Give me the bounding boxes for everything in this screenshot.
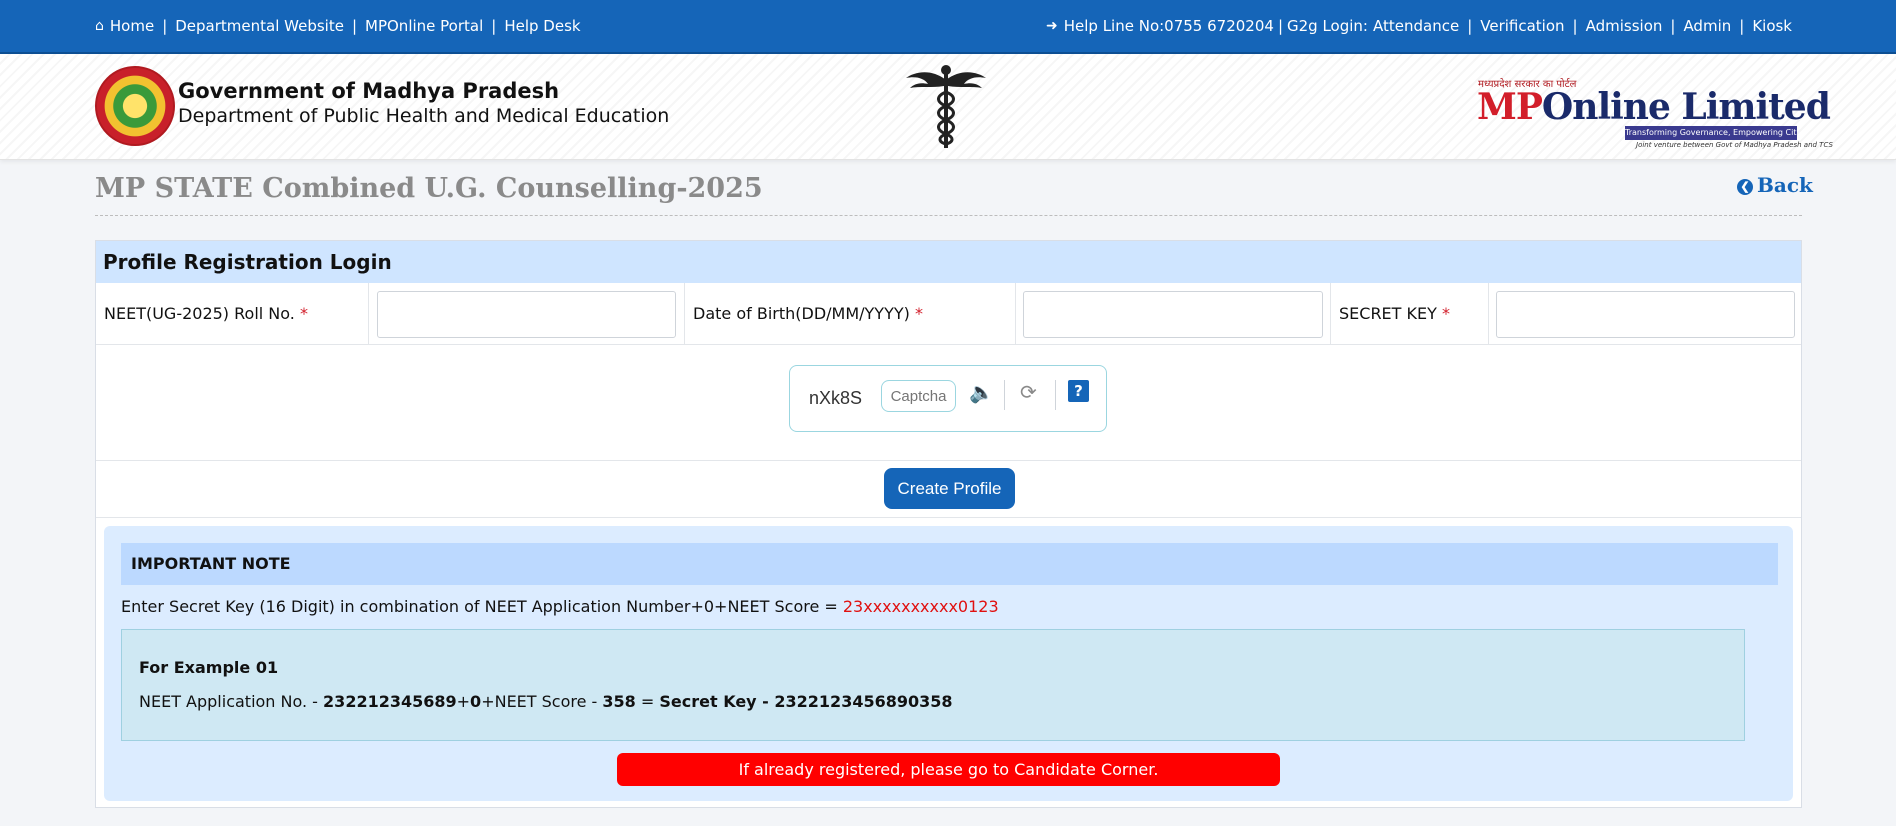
profile-registration-panel: Profile Registration Login NEET(UG-2025)… (95, 240, 1802, 808)
example-app-no: 232212345689 (323, 692, 457, 711)
top-nav-bar: ⌂ Home | Departmental Website | MPOnline… (0, 0, 1896, 54)
mponline-logo-text: Online Limited (1541, 86, 1831, 128)
audio-speaker-icon[interactable]: 🔈 (969, 380, 994, 404)
secret-key-format: 23xxxxxxxxxx0123 (842, 597, 999, 616)
org-name-line1: Government of Madhya Pradesh (178, 79, 560, 103)
mponline-logo: MPOnline Limited (1477, 86, 1831, 128)
nav-home-link[interactable]: Home (110, 17, 154, 35)
secret-key-input[interactable] (1496, 291, 1795, 338)
nav-kiosk-link[interactable]: Kiosk (1752, 17, 1792, 35)
mponline-subtext: Joint venture between Govt of Madhya Pra… (1636, 141, 1833, 149)
example-secret-key: Secret Key - 2322123456890358 (659, 692, 953, 711)
nav-attendance-link[interactable]: Attendance (1373, 17, 1459, 35)
top-nav-left: ⌂ Home | Departmental Website | MPOnline… (95, 17, 581, 35)
captcha-divider (1055, 380, 1056, 410)
required-mark: * (914, 304, 923, 323)
g2g-login-label: G2g Login: (1287, 17, 1368, 35)
mponline-logo-mp: MP (1477, 86, 1543, 128)
sign-in-icon: ➜ (1046, 18, 1058, 34)
example-score-label: +NEET Score - (481, 692, 603, 711)
nav-admin-link[interactable]: Admin (1683, 17, 1731, 35)
mp-government-emblem-logo (95, 66, 175, 146)
example-title: For Example 01 (139, 658, 279, 677)
nav-separator: | (1572, 17, 1578, 35)
required-mark: * (299, 304, 308, 323)
nav-mponline-portal-link[interactable]: MPOnline Portal (365, 17, 483, 35)
dob-input[interactable] (1023, 291, 1323, 338)
back-label: Back (1757, 173, 1813, 197)
login-form-row: NEET(UG-2025) Roll No. * Date of Birth(D… (96, 283, 1801, 345)
example-plus: + (456, 692, 471, 711)
instruction-text: Enter Secret Key (16 Digit) in combinati… (121, 597, 843, 616)
mponline-slogan: Transforming Governance, Empowering Citi… (1625, 126, 1797, 140)
refresh-icon[interactable]: ⟳ (1020, 380, 1037, 404)
nav-separator: | (1739, 17, 1745, 35)
org-name-line2: Department of Public Health and Medical … (178, 105, 670, 127)
nav-admission-link[interactable]: Admission (1586, 17, 1663, 35)
helpline-text: Help Line No:0755 6720204 (1063, 17, 1274, 35)
candidate-corner-alert[interactable]: If already registered, please go to Cand… (617, 753, 1280, 786)
example-score: 358 (602, 692, 636, 711)
title-divider (95, 215, 1802, 216)
dob-label: Date of Birth(DD/MM/YYYY) (693, 304, 910, 323)
captcha-image-text: nXk8S (809, 388, 863, 408)
secret-key-label: SECRET KEY (1339, 304, 1437, 323)
site-header: Government of Madhya Pradesh Department … (0, 54, 1896, 160)
nav-departmental-website-link[interactable]: Departmental Website (175, 17, 344, 35)
roll-no-label-cell: NEET(UG-2025) Roll No. * (96, 283, 369, 345)
caduceus-icon (906, 65, 986, 148)
important-note-box: IMPORTANT NOTE Enter Secret Key (16 Digi… (104, 526, 1793, 801)
captcha-help-icon[interactable]: ? (1068, 380, 1089, 402)
roll-no-input[interactable] (377, 291, 676, 338)
example-line: NEET Application No. - 232212345689+0+NE… (139, 692, 953, 711)
captcha-input[interactable] (881, 380, 956, 412)
back-arrow-icon: ❮ (1737, 179, 1753, 195)
back-button[interactable]: ❮ Back (1737, 173, 1813, 197)
nav-separator: | (351, 17, 358, 35)
nav-separator: | (1467, 17, 1473, 35)
important-note-heading: IMPORTANT NOTE (121, 543, 1778, 585)
required-mark: * (1442, 304, 1450, 323)
dob-input-cell (1016, 283, 1331, 345)
create-profile-button[interactable]: Create Profile (884, 468, 1015, 509)
nav-help-desk-link[interactable]: Help Desk (504, 17, 580, 35)
nav-separator: | (1277, 17, 1283, 35)
example-zero: 0 (470, 692, 482, 711)
page-title: MP STATE Combined U.G. Counselling-2025 (95, 173, 763, 204)
secret-key-label-cell: SECRET KEY * (1331, 283, 1489, 345)
secret-key-instruction: Enter Secret Key (16 Digit) in combinati… (121, 597, 999, 616)
secret-key-input-cell (1489, 283, 1803, 345)
dob-label-cell: Date of Birth(DD/MM/YYYY) * (685, 283, 1016, 345)
nav-separator: | (162, 17, 168, 35)
captcha-divider (1004, 380, 1005, 410)
example-equals: = (635, 692, 660, 711)
create-profile-row: Create Profile (96, 461, 1801, 518)
roll-no-label: NEET(UG-2025) Roll No. (104, 304, 295, 323)
example-app-label: NEET Application No. - (139, 692, 324, 711)
home-icon: ⌂ (95, 18, 104, 34)
nav-separator: | (491, 17, 497, 35)
captcha-row: nXk8S 🔈 ⟳ ? (96, 345, 1801, 461)
top-nav-right: ➜ Help Line No:0755 6720204 | G2g Login:… (1046, 17, 1792, 35)
captcha-widget: nXk8S 🔈 ⟳ ? (789, 365, 1107, 432)
nav-separator: | (1670, 17, 1676, 35)
example-box: For Example 01 NEET Application No. - 23… (121, 629, 1745, 741)
roll-no-input-cell (369, 283, 685, 345)
panel-heading: Profile Registration Login (96, 241, 1801, 283)
nav-verification-link[interactable]: Verification (1480, 17, 1564, 35)
